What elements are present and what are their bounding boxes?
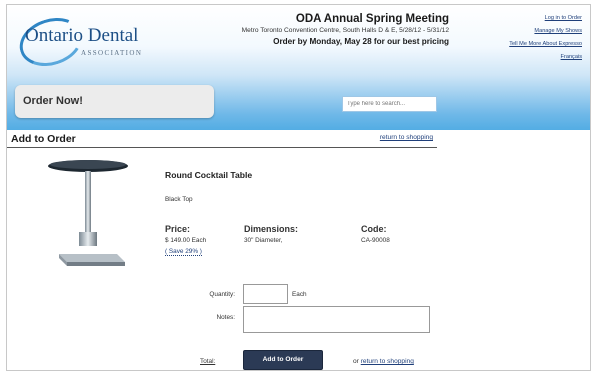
notes-field[interactable] — [243, 306, 430, 333]
code-label: Code: — [361, 224, 387, 234]
logo-sub-text: ASSOCIATION — [81, 49, 143, 57]
order-deadline: Order by Monday, May 28 for our best pri… — [273, 37, 449, 46]
order-now-heading: Order Now! — [23, 95, 83, 107]
logo-main-text: Ontario Dental — [25, 25, 139, 46]
quantity-label: Quantity: — [209, 291, 235, 298]
login-link[interactable]: Log in to Order — [509, 15, 582, 21]
page-frame: Ontario Dental ASSOCIATION ODA Annual Sp… — [6, 4, 591, 371]
francais-link[interactable]: Français — [509, 54, 582, 60]
event-venue: Metro Toronto Convention Centre, South H… — [241, 27, 449, 34]
main-content: Add to Order return to shopping Round Co… — [7, 130, 590, 370]
alt-return-text: or return to shopping — [353, 358, 414, 365]
savings-badge: ( Save 29% ) — [165, 248, 202, 256]
event-info: ODA Annual Spring Meeting Metro Toronto … — [167, 13, 449, 46]
price-label: Price: — [165, 224, 191, 234]
order-now-panel: Order Now! — [15, 85, 214, 118]
top-links: Log in to Order Manage My Shows Tell Me … — [509, 15, 582, 67]
each-unit-label: Each — [292, 291, 307, 298]
dimensions-value: 30" Diameter, — [244, 237, 283, 244]
product-description: Black Top — [165, 196, 193, 203]
or-text: or — [353, 358, 359, 365]
return-to-shopping-link-top[interactable]: return to shopping — [380, 134, 433, 141]
notes-label: Notes: — [216, 314, 235, 321]
price-value: $ 149.00 Each — [165, 237, 207, 244]
manage-shows-link[interactable]: Manage My Shows — [509, 28, 582, 34]
event-title: ODA Annual Spring Meeting — [295, 13, 449, 25]
page-title: Add to Order — [11, 133, 76, 145]
code-value: CA-90008 — [361, 237, 390, 244]
search-input[interactable] — [342, 96, 437, 112]
dimensions-label: Dimensions: — [244, 224, 299, 234]
oda-logo[interactable]: Ontario Dental ASSOCIATION — [13, 10, 154, 74]
product-name: Round Cocktail Table — [165, 170, 253, 180]
site-header: Ontario Dental ASSOCIATION ODA Annual Sp… — [7, 5, 590, 145]
return-to-shopping-link-bottom[interactable]: return to shopping — [361, 358, 414, 365]
expresso-info-link[interactable]: Tell Me More About Expresso — [509, 41, 582, 47]
total-label: Total: — [200, 358, 216, 365]
quantity-input[interactable] — [243, 284, 288, 304]
add-to-order-button[interactable]: Add to Order — [243, 350, 323, 370]
cocktail-table-image — [48, 160, 128, 266]
section-header: Add to Order return to shopping — [7, 130, 437, 148]
